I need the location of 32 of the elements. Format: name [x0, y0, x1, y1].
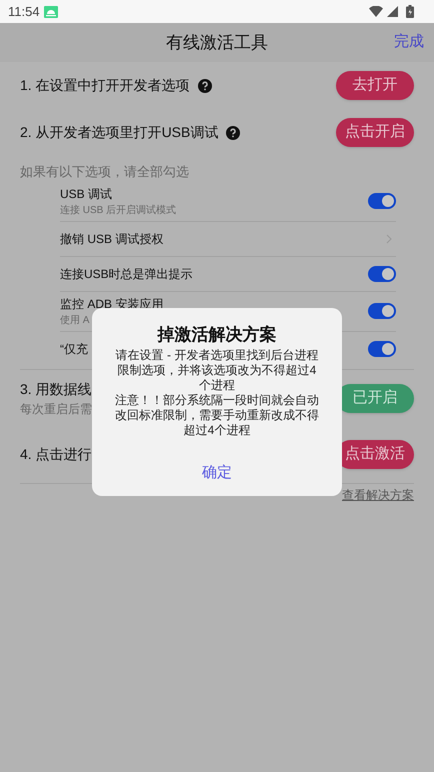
battery-icon [406, 5, 414, 18]
dialog-message: 请在设置 - 开发者选项里找到后台进程限制选项，并将该选项改为不得超过4个进程 [114, 348, 320, 392]
toggle-switch[interactable] [368, 193, 396, 209]
option-title: USB 调试 [60, 186, 112, 202]
step-label: 3. 用数据线 [20, 380, 92, 398]
step-button[interactable]: 去打开 [336, 71, 414, 100]
step-button[interactable]: 点击开启 [336, 118, 414, 147]
option-title: 撤销 USB 调试授权 [60, 230, 164, 248]
help-icon[interactable] [226, 126, 240, 140]
status-time: 11:54 [8, 2, 40, 21]
dialog-title: 掉激活解决方案 [158, 324, 276, 346]
step-label: 4. 点击进行 [20, 445, 92, 464]
app-notification-icon [44, 6, 58, 18]
done-button[interactable]: 完成 [394, 31, 424, 54]
confirm-button[interactable]: 确定 [186, 458, 248, 488]
option-title: “仅充 [60, 341, 88, 358]
solution-link[interactable]: 查看解决方案 [342, 486, 414, 504]
dialog-message: 注意！！部分系统隔一段时间就会自动改回标准限制，需要手动重新改成不得超过4个进程 [114, 392, 320, 438]
step-label: 2. 从开发者选项里打开USB调试 [20, 123, 218, 142]
toggle-switch[interactable] [368, 303, 396, 319]
hint-text: 如果有以下选项，请全部勾选 [20, 163, 190, 181]
toggle-switch[interactable] [368, 266, 396, 282]
step-label: 1. 在设置中打开开发者选项 [20, 76, 190, 95]
page-title: 有线激活工具 [166, 32, 268, 54]
option-subtitle: 连接 USB 后开启调试模式 [60, 204, 176, 218]
option-title: 连接USB时总是弹出提示 [60, 266, 193, 282]
toggle-switch[interactable] [368, 341, 396, 357]
help-icon[interactable] [198, 78, 212, 92]
wifi-icon [369, 6, 383, 17]
step-subtitle: 每次重启后需 [20, 400, 92, 418]
signal-icon [387, 6, 398, 17]
option-subtitle: 使用 A [60, 314, 90, 328]
